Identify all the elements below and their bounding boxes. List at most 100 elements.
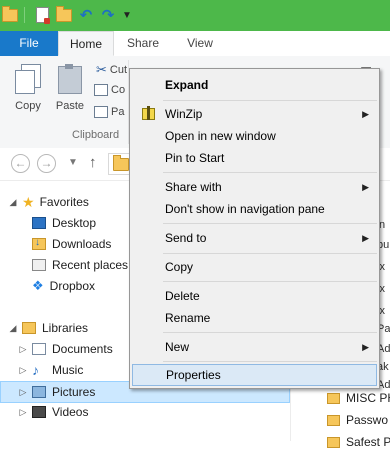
- tree-item-favorites[interactable]: ◢ ★ Favorites: [8, 192, 89, 212]
- menu-item-open-new-window[interactable]: Open in new window: [132, 125, 377, 147]
- menu-item-copy[interactable]: Copy: [132, 256, 377, 278]
- tree-item-desktop[interactable]: Desktop: [32, 213, 96, 233]
- cut-label: Cut: [109, 64, 128, 76]
- tab-file[interactable]: File: [0, 31, 58, 56]
- file-name: Safest P: [346, 435, 390, 449]
- folder-icon: [327, 392, 340, 404]
- menu-item-label: New: [165, 340, 190, 354]
- menu-item-properties[interactable]: Properties: [132, 364, 377, 386]
- list-item[interactable]: MISC PH: [327, 389, 390, 407]
- tree-item-recent-places[interactable]: Recent places: [32, 255, 128, 275]
- copy-path-button[interactable]: Co: [94, 84, 125, 96]
- paste-label: Paste: [55, 100, 85, 112]
- submenu-arrow-icon: ▶: [362, 182, 369, 192]
- recent-locations-icon[interactable]: ▼: [68, 157, 78, 168]
- tree-item-documents[interactable]: ▷ Documents: [18, 339, 113, 359]
- tree-item-dropbox[interactable]: ❖ Dropbox: [32, 276, 95, 296]
- menu-item-label: Share with: [165, 180, 222, 194]
- file-name: Passwo: [346, 413, 389, 427]
- menu-item-expand[interactable]: Expand: [132, 74, 377, 96]
- copy-path-icon: [94, 84, 108, 96]
- tree-item-label: Videos: [52, 405, 89, 419]
- list-item[interactable]: Safest P: [327, 433, 390, 451]
- paste-button[interactable]: Paste: [52, 62, 88, 112]
- menu-separator: [163, 253, 377, 254]
- back-icon[interactable]: ←: [11, 154, 30, 173]
- folder-icon[interactable]: [2, 5, 18, 24]
- list-item[interactable]: Passwo: [327, 411, 388, 429]
- star-icon: ★: [22, 193, 35, 210]
- menu-item-delete[interactable]: Delete: [132, 285, 377, 307]
- tab-home[interactable]: Home: [58, 31, 114, 56]
- menu-item-winzip[interactable]: WinZip ▶: [132, 103, 377, 125]
- tree-item-videos[interactable]: ▷ Videos: [18, 402, 89, 422]
- tree-item-label: Music: [52, 363, 84, 377]
- videos-icon: [32, 406, 46, 418]
- clipboard-group-label: Clipboard: [72, 129, 120, 141]
- tree-item-label: Recent places: [52, 258, 129, 272]
- submenu-arrow-icon: ▶: [362, 342, 369, 352]
- tree-item-label: Libraries: [42, 321, 89, 335]
- up-icon[interactable]: ↑: [89, 154, 97, 171]
- new-folder-quick-icon[interactable]: [56, 5, 72, 24]
- downloads-icon: [32, 237, 46, 250]
- menu-separator: [163, 172, 377, 173]
- ribbon-tabs: File Home Share View: [0, 31, 390, 57]
- paste-shortcut-label: Pa: [111, 106, 125, 118]
- customize-quick-access-icon[interactable]: ▼: [120, 6, 134, 24]
- tree-item-downloads[interactable]: Downloads: [32, 234, 111, 254]
- expand-chevron-icon[interactable]: ▷: [18, 407, 28, 418]
- menu-separator: [163, 223, 377, 224]
- expand-chevron-icon[interactable]: ▷: [18, 387, 28, 398]
- menu-separator: [163, 281, 377, 282]
- forward-icon[interactable]: →: [37, 154, 56, 173]
- menu-item-dont-show-nav[interactable]: Don't show in navigation pane: [132, 198, 377, 220]
- copy-path-label: Co: [111, 84, 126, 96]
- folder-icon: [327, 414, 340, 426]
- copy-label: Copy: [15, 100, 41, 112]
- tree-item-label: Dropbox: [49, 279, 96, 293]
- menu-item-label: Send to: [165, 231, 207, 245]
- tree-item-libraries[interactable]: ◢ Libraries: [8, 318, 89, 338]
- tree-item-music[interactable]: ▷ ♪ Music: [18, 360, 84, 380]
- copy-button[interactable]: Copy: [10, 62, 46, 112]
- cut-button[interactable]: ✂ Cut: [96, 62, 127, 78]
- submenu-arrow-icon: ▶: [362, 233, 369, 243]
- winzip-icon: [140, 106, 156, 122]
- collapse-chevron-icon[interactable]: ◢: [8, 197, 18, 208]
- tree-item-label: Favorites: [39, 195, 89, 209]
- tab-share[interactable]: Share: [118, 31, 168, 56]
- expand-chevron-icon[interactable]: ▷: [18, 344, 28, 355]
- tree-item-label: Downloads: [52, 237, 112, 251]
- tree-item-label: Desktop: [52, 216, 97, 230]
- file-name: MISC PH: [346, 391, 390, 405]
- menu-item-new[interactable]: New ▶: [132, 336, 377, 358]
- title-bar: ↶ ↷ ▼: [0, 0, 390, 31]
- properties-quick-icon[interactable]: [34, 6, 50, 24]
- context-menu: Expand WinZip ▶ Open in new window Pin t…: [129, 68, 380, 389]
- undo-icon[interactable]: ↶: [78, 6, 94, 24]
- dropbox-icon: ❖: [32, 278, 44, 293]
- menu-item-rename[interactable]: Rename: [132, 307, 377, 329]
- copy-icon: [15, 62, 41, 94]
- tab-view[interactable]: View: [176, 31, 224, 56]
- menu-item-send-to[interactable]: Send to ▶: [132, 227, 377, 249]
- paste-shortcut-button[interactable]: Pa: [94, 106, 124, 118]
- folder-icon: [327, 436, 340, 448]
- menu-item-label: WinZip: [165, 107, 203, 121]
- menu-separator: [163, 100, 377, 101]
- menu-item-pin-to-start[interactable]: Pin to Start: [132, 147, 377, 169]
- tree-item-label: Pictures: [52, 385, 96, 399]
- folder-icon: [113, 155, 129, 171]
- toolbar-separator: [24, 7, 25, 23]
- tree-item-pictures[interactable]: ▷ Pictures: [18, 382, 96, 402]
- menu-item-share-with[interactable]: Share with ▶: [132, 176, 377, 198]
- redo-icon[interactable]: ↷: [100, 6, 116, 24]
- music-icon: ♪: [32, 362, 39, 378]
- expand-chevron-icon[interactable]: ▷: [18, 365, 28, 376]
- tree-item-label: Documents: [52, 342, 113, 356]
- menu-separator: [163, 361, 377, 362]
- recent-places-icon: [32, 259, 46, 271]
- collapse-chevron-icon[interactable]: ◢: [8, 323, 18, 334]
- submenu-arrow-icon: ▶: [362, 109, 369, 119]
